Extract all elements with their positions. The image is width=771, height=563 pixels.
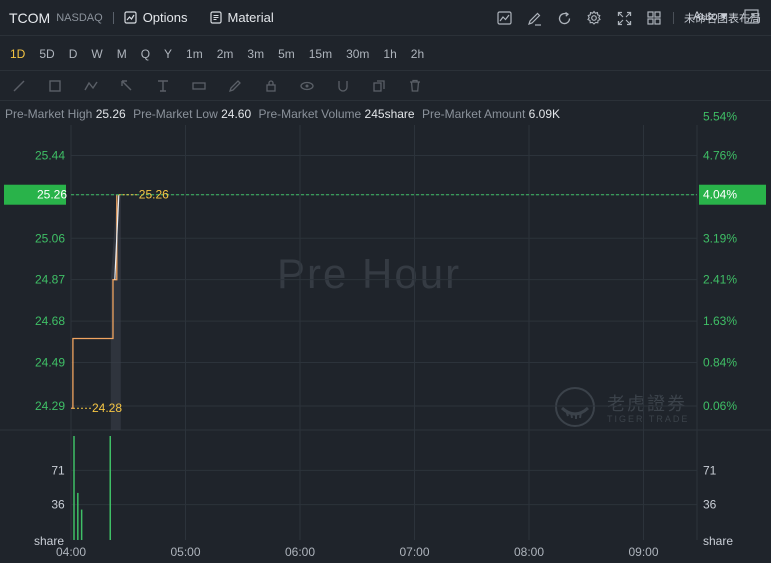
price-area-fill [110,194,121,430]
pct-tick-label: 1.63% [703,314,737,328]
x-tick-label: 09:00 [628,545,658,559]
pct-tick-label: 5.54% [703,109,737,123]
volume-tick-label: 36 [51,498,65,512]
current-pct-label: 4.04% [703,188,737,202]
pct-tick-label: 0.06% [703,399,737,413]
price-chart[interactable]: 04:00 05:00 06:00 07:00 08:00 09:0025.4425.06… [0,0,771,563]
min-annotation-label: 24.28 [92,401,122,415]
pct-tick-label: 4.76% [703,149,737,163]
max-annotation-label: 25.26 [139,188,169,202]
volume-unit-label: share [34,534,64,548]
current-price-label: 25.26 [37,188,67,202]
pct-tick-label: 2.41% [703,273,737,287]
x-tick-label: 08:00 [514,545,544,559]
pct-tick-label: 0.84% [703,355,737,369]
y-tick-label: 24.87 [35,273,65,287]
volume-tick-label-right: 36 [703,498,717,512]
x-tick-label: 06:00 [285,545,315,559]
y-tick-label: 24.29 [35,399,65,413]
volume-tick-label: 71 [51,463,65,477]
volume-tick-label-right: 71 [703,463,717,477]
y-tick-label: 25.06 [35,231,65,245]
y-tick-label: 24.49 [35,355,65,369]
volume-unit-label-right: share [703,534,733,548]
pct-tick-label: 3.19% [703,231,737,245]
x-tick-label: 05:00 [170,545,200,559]
y-tick-label: 25.44 [35,149,65,163]
y-tick-label: 24.68 [35,314,65,328]
price-line [71,194,118,409]
x-tick-label: 07:00 [399,545,429,559]
